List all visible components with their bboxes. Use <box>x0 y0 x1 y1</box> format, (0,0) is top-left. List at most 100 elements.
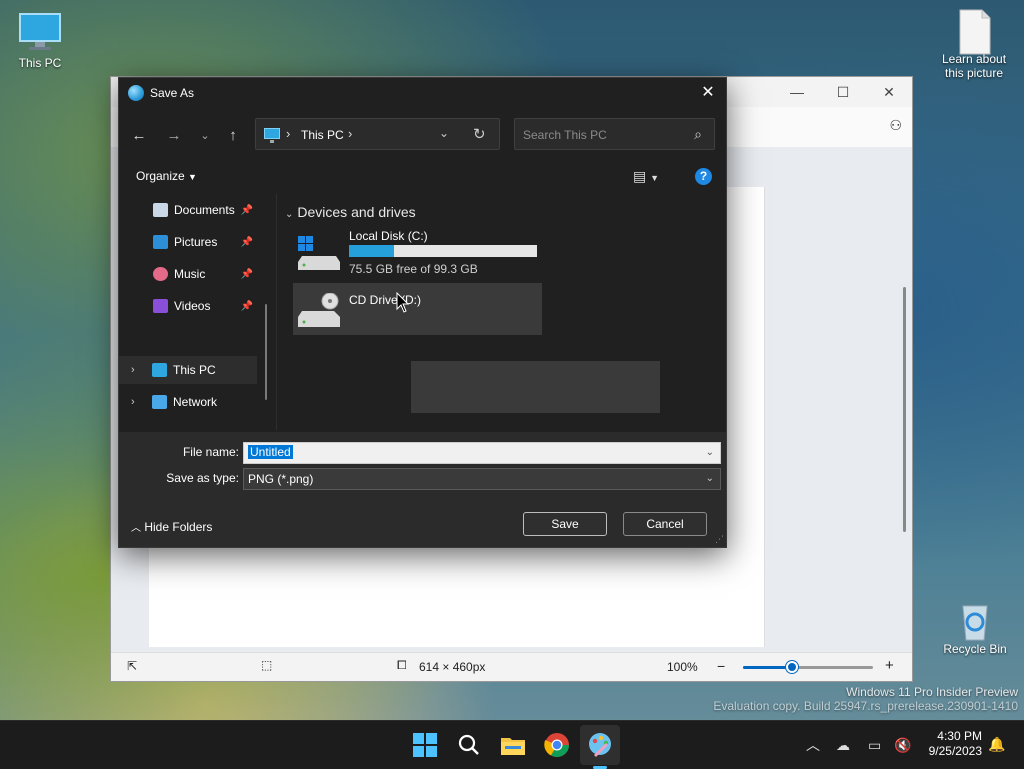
chevron-right-icon[interactable]: › <box>131 364 135 376</box>
zoom-slider-thumb[interactable] <box>786 661 799 673</box>
refresh-icon[interactable]: ↻ <box>473 125 486 143</box>
drive-cd-d[interactable] <box>411 361 660 413</box>
breadcrumb-chevron-icon[interactable]: › <box>348 126 352 141</box>
resize-grip-icon[interactable]: ⋰ <box>715 534 724 545</box>
chevron-down-icon: ▼ <box>188 172 197 182</box>
chevron-up-icon[interactable]: ︿ <box>806 735 820 755</box>
pane-divider[interactable] <box>276 194 277 430</box>
pictures-icon <box>153 235 168 249</box>
navigation-pane: Documents 📌 Pictures 📌 Music 📌 Videos 📌 … <box>119 194 269 430</box>
address-bar[interactable]: › This PC › ⌄ ↻ <box>255 118 500 150</box>
address-dropdown-icon[interactable]: ⌄ <box>439 126 449 140</box>
drive-usage-fill <box>349 245 395 257</box>
drive-local-disk-c[interactable]: Local Disk (C:) 75.5 GB free of 99.3 GB <box>293 226 542 278</box>
nav-item-this-pc[interactable]: › This PC <box>119 356 257 384</box>
nav-item-documents[interactable]: Documents 📌 <box>119 196 257 224</box>
paint-minimize-button[interactable]: — <box>774 84 820 100</box>
file-name-input[interactable]: Untitled ⌄ <box>243 442 721 464</box>
drive-name: CD Drive (D:) <box>349 293 421 307</box>
desktop-icon-label: Learn about this picture <box>941 52 1007 80</box>
search-icon: ⌕ <box>694 126 702 142</box>
documents-icon <box>153 203 168 217</box>
folder-icon <box>501 738 525 755</box>
group-header-label: Devices and drives <box>297 204 416 220</box>
chevron-down-icon[interactable]: ⌄ <box>706 447 714 458</box>
organize-menu-button[interactable]: Organize ▼ <box>136 169 197 183</box>
pin-icon[interactable]: 📌 <box>241 269 253 280</box>
zoom-level: 100% <box>667 660 698 674</box>
file-explorer-button[interactable] <box>497 729 529 761</box>
save-options-panel: File name: Untitled ⌄ Save as type: PNG … <box>119 432 726 547</box>
pin-icon[interactable]: 📌 <box>241 237 253 248</box>
file-name-value[interactable]: Untitled <box>248 445 293 459</box>
people-icon[interactable]: ⚇ <box>889 117 902 134</box>
desktop-icon-recycle-bin[interactable]: Recycle Bin <box>935 598 1015 656</box>
breadcrumb-chevron-icon[interactable]: › <box>286 126 290 141</box>
recycle-bin-icon <box>953 598 997 641</box>
volume-muted-icon[interactable]: 🔇 <box>894 737 911 754</box>
nav-item-network[interactable]: › Network <box>119 388 257 416</box>
nav-item-music[interactable]: Music 📌 <box>119 260 257 288</box>
pin-icon[interactable]: 📌 <box>241 205 253 216</box>
paint-app-icon <box>128 85 144 101</box>
music-icon <box>153 267 168 281</box>
start-button[interactable] <box>409 729 441 761</box>
desktop-icon-label: This PC <box>18 56 62 70</box>
save-button[interactable]: Save <box>523 512 607 536</box>
file-name-label: File name: <box>182 445 239 459</box>
search-box[interactable]: Search This PC ⌕ <box>514 118 715 150</box>
cancel-button[interactable]: Cancel <box>623 512 707 536</box>
organize-label: Organize <box>136 169 185 183</box>
navigation-pane-scrollbar[interactable] <box>265 304 267 400</box>
chevron-right-icon[interactable]: › <box>131 396 135 408</box>
videos-icon <box>153 299 168 313</box>
onedrive-cloud-icon[interactable]: ☁ <box>836 737 850 754</box>
zoom-slider[interactable] <box>743 661 873 673</box>
paint-close-button[interactable]: ✕ <box>866 84 912 101</box>
navigation-bar: ← → ⌄ ↑ › This PC › ⌄ ↻ Search This PC ⌕ <box>119 118 726 154</box>
help-icon[interactable]: ? <box>695 168 712 185</box>
search-button[interactable] <box>453 729 485 761</box>
chevron-down-icon[interactable]: ⌄ <box>706 473 714 484</box>
canvas-vertical-scrollbar[interactable] <box>903 287 906 532</box>
view-options-icon[interactable]: ▤ ▼ <box>633 168 659 185</box>
taskbar: ︿ ☁ ▭ 🔇 4:30 PM 9/25/2023 🔔 <box>0 720 1024 769</box>
canvas-size-text: 614 × 460px <box>419 660 486 674</box>
back-arrow-icon[interactable]: ← <box>129 126 149 146</box>
nav-item-label: Videos <box>174 299 211 313</box>
hard-drive-icon <box>298 236 340 270</box>
chrome-button[interactable] <box>541 729 573 761</box>
clock[interactable]: 4:30 PM 9/25/2023 <box>929 729 982 759</box>
search-input[interactable]: Search This PC <box>523 128 607 142</box>
watermark-line-1: Windows 11 Pro Insider Preview <box>846 685 1018 699</box>
desktop-icon-learn-picture[interactable]: Learn about this picture <box>934 8 1014 80</box>
desktop-icon-this-pc[interactable]: This PC <box>0 12 80 70</box>
paint-maximize-button[interactable]: ☐ <box>820 84 866 101</box>
close-icon[interactable]: ✕ <box>698 83 718 103</box>
drive-free-space: 75.5 GB free of 99.3 GB <box>349 262 478 276</box>
nav-item-label: Music <box>174 267 206 281</box>
drive-name: Local Disk (C:) <box>349 229 428 243</box>
canvas-size-icon: ⧠ <box>397 658 407 672</box>
mouse-cursor-icon <box>396 292 410 313</box>
nav-item-videos[interactable]: Videos 📌 <box>119 292 257 320</box>
forward-arrow-icon[interactable]: → <box>164 126 184 146</box>
chevron-up-icon: ︿ <box>131 523 141 534</box>
hide-folders-button[interactable]: ︿ Hide Folders <box>131 519 212 534</box>
dialog-title: Save As <box>150 86 195 100</box>
up-arrow-icon[interactable]: ↑ <box>223 126 243 146</box>
breadcrumb-this-pc[interactable]: This PC <box>301 128 344 142</box>
nav-item-label: Network <box>173 395 218 409</box>
pointer-icon: ⇱ <box>127 659 138 673</box>
paint-taskbar-button[interactable] <box>584 729 616 761</box>
notification-bell-icon[interactable]: 🔔 <box>988 736 1005 753</box>
pin-icon[interactable]: 📌 <box>241 301 253 312</box>
save-as-type-select[interactable]: PNG (*.png) ⌄ <box>243 468 721 490</box>
group-header-devices[interactable]: ⌄ Devices and drives <box>285 204 416 220</box>
recent-locations-chevron-icon[interactable]: ⌄ <box>195 126 215 146</box>
zoom-in-button[interactable]: + <box>885 657 894 674</box>
drive-cd-drive-d[interactable]: CD Drive (D:) <box>293 283 542 335</box>
nav-item-pictures[interactable]: Pictures 📌 <box>119 228 257 256</box>
zoom-out-button[interactable]: − <box>717 658 725 674</box>
network-status-icon[interactable]: ▭ <box>868 737 881 754</box>
